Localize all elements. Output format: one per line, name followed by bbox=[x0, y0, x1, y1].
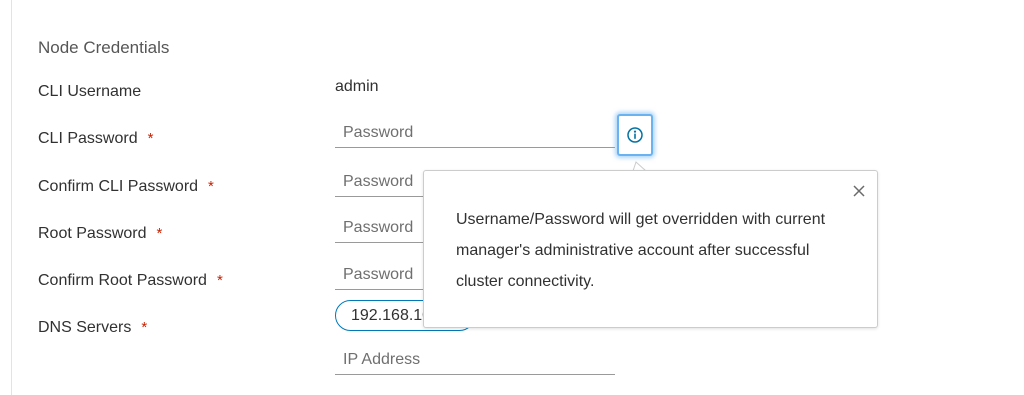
cli-username-label-text: CLI Username bbox=[38, 83, 142, 100]
info-popover: Username/Password will get overridden wi… bbox=[423, 170, 878, 328]
cli-username-value: admin bbox=[335, 78, 379, 95]
cli-username-label: CLI Username bbox=[38, 82, 141, 102]
info-button[interactable] bbox=[617, 114, 653, 156]
close-icon[interactable] bbox=[851, 183, 867, 199]
confirm-cli-password-label: Confirm CLI Password * bbox=[38, 177, 214, 197]
dns-ip-address-field[interactable] bbox=[335, 348, 615, 375]
section-title: Node Credentials bbox=[38, 38, 170, 57]
popover-message: Username/Password will get overridden wi… bbox=[456, 211, 826, 290]
left-divider bbox=[11, 0, 12, 395]
required-mark: * bbox=[156, 225, 163, 242]
confirm-root-password-label: Confirm Root Password * bbox=[38, 271, 223, 291]
root-password-label: Root Password * bbox=[38, 224, 162, 244]
cli-password-input[interactable] bbox=[335, 121, 613, 145]
cli-password-field[interactable] bbox=[335, 121, 615, 148]
required-mark: * bbox=[141, 319, 148, 336]
dns-ip-address-input[interactable] bbox=[335, 348, 613, 372]
cli-password-label-text: CLI Password bbox=[38, 130, 138, 147]
dns-servers-label: DNS Servers * bbox=[38, 318, 147, 338]
required-mark: * bbox=[147, 130, 154, 147]
root-password-label-text: Root Password bbox=[38, 225, 147, 242]
node-credentials-page: Node Credentials CLI Username admin CLI … bbox=[0, 0, 1024, 395]
dns-servers-label-text: DNS Servers bbox=[38, 319, 132, 336]
required-mark: * bbox=[208, 178, 214, 195]
info-icon bbox=[627, 127, 643, 143]
confirm-root-password-label-text: Confirm Root Password bbox=[38, 272, 207, 289]
confirm-cli-password-label-text: Confirm CLI Password bbox=[38, 178, 199, 195]
required-mark: * bbox=[216, 272, 223, 289]
cli-password-label: CLI Password * bbox=[38, 129, 153, 149]
